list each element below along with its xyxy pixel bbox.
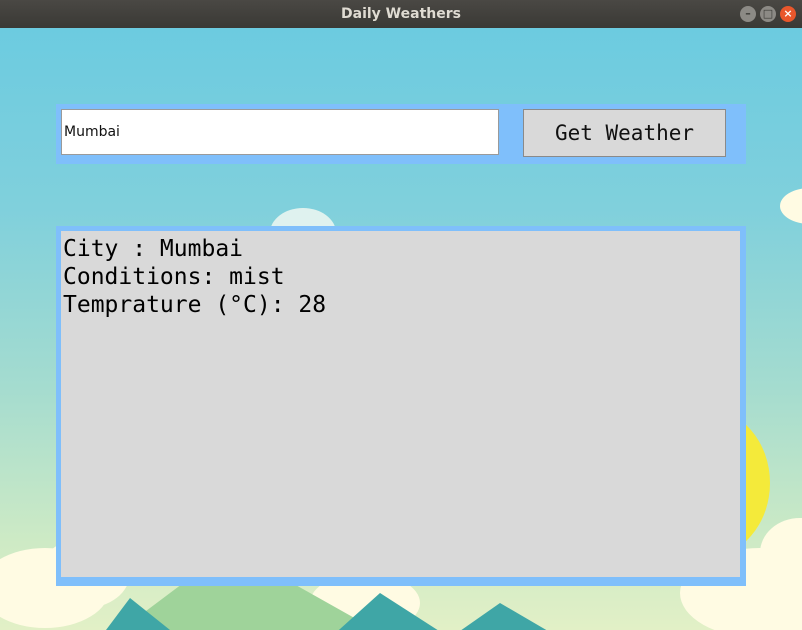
temperature-line: Temprature (°C): 28: [63, 292, 327, 318]
result-panel: City : Mumbai Conditions: mist Tempratur…: [56, 226, 746, 586]
window-titlebar: Daily Weathers – □ ×: [0, 0, 802, 28]
city-line: City : Mumbai: [63, 236, 244, 262]
mountain-illustration: [450, 603, 560, 630]
result-textarea[interactable]: City : Mumbai Conditions: mist Tempratur…: [61, 231, 740, 577]
mountain-illustration: [330, 593, 450, 630]
cloud-illustration: [780, 188, 802, 224]
close-icon[interactable]: ×: [780, 6, 796, 22]
minimize-icon[interactable]: –: [740, 6, 756, 22]
mountain-illustration: [100, 598, 180, 630]
background-scene: Get Weather City : Mumbai Conditions: mi…: [0, 28, 802, 630]
search-panel: Get Weather: [56, 104, 746, 164]
city-input[interactable]: [61, 109, 499, 155]
conditions-line: Conditions: mist: [63, 264, 285, 290]
window-title: Daily Weathers: [341, 6, 461, 22]
get-weather-button[interactable]: Get Weather: [523, 109, 726, 157]
maximize-icon[interactable]: □: [760, 6, 776, 22]
